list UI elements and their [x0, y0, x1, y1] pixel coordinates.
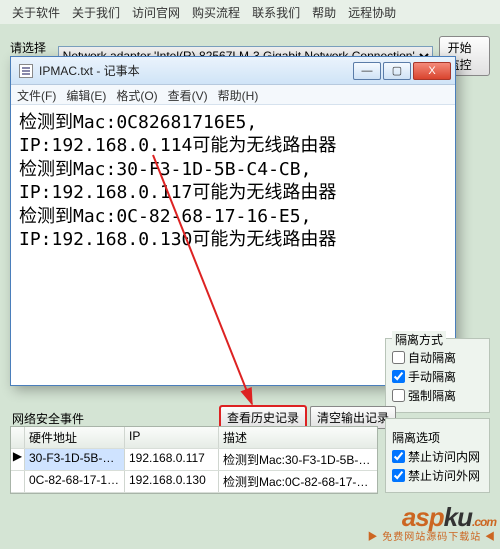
force-isolation-checkbox[interactable]: 强制隔离	[392, 387, 483, 404]
events-table: 硬件地址 IP 描述 ▶30-F3-1D-5B-C…192.168.0.117检…	[10, 426, 378, 494]
notepad-icon	[19, 64, 33, 78]
menu-remote[interactable]: 远程协助	[348, 4, 396, 20]
table-row[interactable]: ▶30-F3-1D-5B-C…192.168.0.117检测到Mac:30-F3…	[11, 449, 377, 471]
menu-website[interactable]: 访问官网	[132, 4, 180, 20]
notepad-titlebar[interactable]: IPMAC.txt - 记事本 — ▢ X	[11, 57, 455, 85]
events-label: 网络安全事件	[12, 410, 84, 427]
app-top-menu: 关于软件 关于我们 访问官网 购买流程 联系我们 帮助 远程协助	[0, 0, 500, 24]
maximize-button[interactable]: ▢	[383, 62, 411, 80]
notepad-menubar: 文件(F) 编辑(E) 格式(O) 查看(V) 帮助(H)	[11, 85, 455, 105]
notepad-title: IPMAC.txt - 记事本	[39, 62, 353, 79]
menu-about-soft[interactable]: 关于软件	[12, 4, 60, 20]
menu-help[interactable]: 帮助	[312, 4, 336, 20]
block-intranet-checkbox[interactable]: 禁止访问内网	[392, 448, 483, 465]
auto-isolation-checkbox[interactable]: 自动隔离	[392, 349, 483, 366]
menu-contact[interactable]: 联系我们	[252, 4, 300, 20]
isolation-options-title: 隔离选项	[392, 431, 440, 445]
np-menu-help[interactable]: 帮助(H)	[218, 87, 259, 102]
watermark: aspku.com ▶ 免费网站源码下载站 ◀	[367, 503, 496, 543]
table-header: 硬件地址 IP 描述	[11, 427, 377, 449]
manual-isolation-checkbox[interactable]: 手动隔离	[392, 368, 483, 385]
block-extranet-checkbox[interactable]: 禁止访问外网	[392, 467, 483, 484]
menu-about-us[interactable]: 关于我们	[72, 4, 120, 20]
col-marker	[11, 427, 25, 448]
col-mac[interactable]: 硬件地址	[25, 427, 125, 448]
np-menu-edit[interactable]: 编辑(E)	[66, 87, 106, 102]
isolation-options-group: 隔离选项 禁止访问内网 禁止访问外网	[385, 418, 490, 493]
isolation-mode-title: 隔离方式	[392, 331, 446, 348]
notepad-window: IPMAC.txt - 记事本 — ▢ X 文件(F) 编辑(E) 格式(O) …	[10, 56, 456, 386]
np-menu-view[interactable]: 查看(V)	[168, 87, 208, 102]
table-row[interactable]: 0C-82-68-17-1…192.168.0.130检测到Mac:0C-82-…	[11, 471, 377, 493]
isolation-mode-group: 隔离方式 自动隔离 手动隔离 强制隔离	[385, 338, 490, 413]
np-menu-format[interactable]: 格式(O)	[116, 87, 157, 102]
close-button[interactable]: X	[413, 62, 451, 80]
np-menu-file[interactable]: 文件(F)	[17, 87, 56, 102]
col-ip[interactable]: IP	[125, 427, 219, 448]
col-desc[interactable]: 描述	[219, 427, 377, 448]
menu-purchase[interactable]: 购买流程	[192, 4, 240, 20]
minimize-button[interactable]: —	[353, 62, 381, 80]
